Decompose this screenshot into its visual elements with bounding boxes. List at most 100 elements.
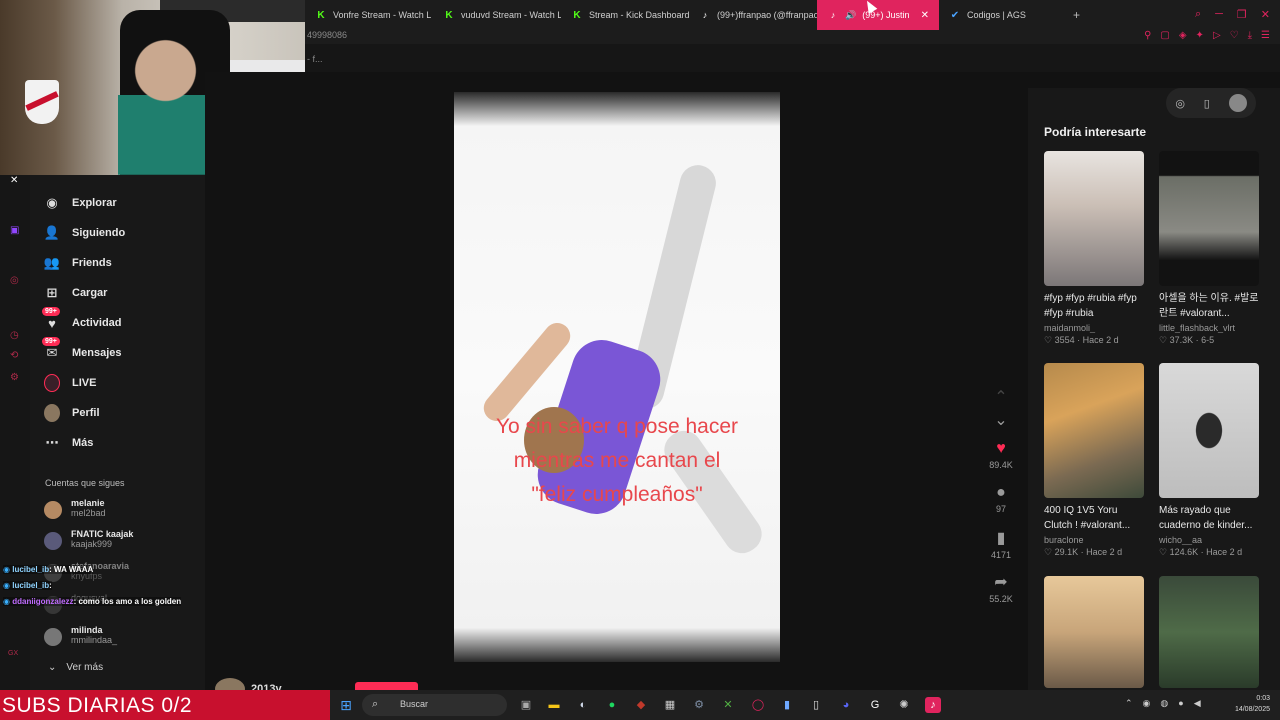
- close-window-icon[interactable]: ✕: [1261, 8, 1270, 21]
- save-button[interactable]: ▮ 4171: [980, 528, 1022, 560]
- comment-button[interactable]: ● 97: [980, 484, 1022, 514]
- messages-badge: 99+: [42, 337, 60, 346]
- maximize-icon[interactable]: ❐: [1237, 8, 1247, 21]
- nav-actividad[interactable]: ♥ 99+ Actividad: [42, 307, 122, 331]
- nav-live[interactable]: LIVE: [44, 374, 96, 392]
- xbox-icon[interactable]: ✕: [720, 697, 736, 713]
- next-video-button[interactable]: ⌄: [980, 410, 1022, 430]
- system-tray: ⌃ ◉ ◍ ● ◀: [1125, 698, 1201, 709]
- screen: K Vonfre Stream - Watch L Kvuduvd Stream …: [0, 0, 1280, 720]
- app-icon[interactable]: ◆: [633, 697, 649, 713]
- windows-start-icon[interactable]: ⊞: [338, 697, 354, 713]
- twitch-icon[interactable]: ▣: [10, 225, 19, 236]
- chevron-up-icon[interactable]: ⌃: [1125, 698, 1133, 709]
- following-icon: 👤: [43, 225, 61, 240]
- app-icon-2[interactable]: ▮: [779, 697, 795, 713]
- clock-icon[interactable]: ◷: [10, 330, 19, 341]
- mic-icon[interactable]: ●: [1178, 698, 1183, 709]
- suggestion-card[interactable]: [1044, 576, 1144, 688]
- chat-line: ◉ lucibel_ib: WA WAAA: [3, 565, 94, 574]
- nav-friends[interactable]: 👥 Friends: [44, 255, 112, 271]
- close-tab-icon[interactable]: ✕: [921, 10, 929, 21]
- kick-icon: K: [445, 9, 453, 21]
- compass-icon[interactable]: ◎: [1175, 97, 1185, 110]
- suggestion-card[interactable]: #fyp #fyp #rubia #fyp #fyp #rubia maidan…: [1044, 151, 1144, 346]
- steam-icon[interactable]: ◐: [575, 697, 591, 713]
- volume-icon[interactable]: ◀: [1194, 698, 1201, 709]
- shield-icon[interactable]: ◈: [1179, 30, 1187, 41]
- minimize-icon[interactable]: ─: [1215, 8, 1223, 21]
- previous-video-button[interactable]: ⌃: [980, 387, 1022, 407]
- pin-icon[interactable]: ⚲: [1144, 30, 1151, 41]
- follow-button[interactable]: [355, 682, 418, 690]
- kick-icon: K: [317, 9, 325, 21]
- badge-icon: ◉: [3, 565, 10, 574]
- share-button[interactable]: ➦ 55.2K: [980, 572, 1022, 604]
- tab-4-active[interactable]: ♪🔊(99+) Justin Bieber✕: [817, 0, 939, 30]
- app-icon-3[interactable]: ▯: [808, 697, 824, 713]
- opera-icon[interactable]: ◯: [750, 697, 766, 713]
- video-player[interactable]: Yo sin saber q pose hacer mientras me ca…: [454, 92, 780, 662]
- spotify-icon[interactable]: ●: [604, 697, 620, 713]
- link-icon[interactable]: ⟲: [10, 350, 18, 361]
- suggestion-card[interactable]: 아셀을 하는 이유. #발로란트 #valorant... little_fla…: [1159, 151, 1259, 346]
- phone-icon[interactable]: ▯: [1204, 97, 1210, 110]
- nav-explorar[interactable]: ◉ Explorar: [44, 195, 116, 211]
- nav-perfil[interactable]: Perfil: [44, 404, 100, 422]
- download-icon[interactable]: ⤓: [1248, 30, 1252, 41]
- tab-5[interactable]: ✔ Codigos | AGS: [939, 0, 1063, 30]
- suggestion-card[interactable]: 400 IQ 1V5 Yoru Clutch ! #valorant... bu…: [1044, 363, 1144, 558]
- following-item[interactable]: milinda mmilindaa_: [44, 625, 117, 646]
- folder-icon[interactable]: ▬: [546, 697, 562, 713]
- tab-1[interactable]: Kvuduvd Stream - Watch L: [433, 0, 561, 30]
- heart-outline-icon: ♡: [1044, 547, 1053, 557]
- clock[interactable]: 0:03 14/08/2025: [1235, 693, 1270, 715]
- task-view-icon[interactable]: ▣: [518, 697, 534, 713]
- profile-icon: [44, 404, 60, 422]
- chatgpt-icon[interactable]: ✺: [896, 697, 912, 713]
- taskbar-search[interactable]: ⌕ Buscar: [362, 694, 507, 716]
- nav-mensajes[interactable]: ✉ 99+ Mensajes: [42, 337, 122, 361]
- heart-icon[interactable]: ♡: [1230, 30, 1239, 41]
- chat-line: ◉ ddaniigonzalezz: como los amo a los go…: [3, 597, 182, 606]
- suggestion-card[interactable]: [1159, 576, 1259, 688]
- tiktok-sidebar: ◉ Explorar 👤 Siguiendo 👥 Friends ⊞ Cargar ♥ 9…: [30, 175, 205, 690]
- discord-icon[interactable]: ◕: [838, 697, 854, 713]
- tab-2[interactable]: K Stream - Kick Dashboard: [561, 0, 689, 30]
- profile-avatar[interactable]: [1228, 94, 1247, 112]
- nav-cargar[interactable]: ⊞ Cargar: [44, 285, 108, 301]
- store-icon[interactable]: ▦: [662, 697, 678, 713]
- like-button[interactable]: ♥ 89.4K: [980, 440, 1022, 470]
- close-icon[interactable]: ✕: [10, 175, 18, 186]
- heart-outline-icon: ♡: [1044, 335, 1053, 345]
- heart-icon: ♥: [996, 440, 1006, 457]
- settings-icon[interactable]: ⚙: [691, 697, 707, 713]
- new-tab-icon[interactable]: +: [1073, 8, 1080, 22]
- thumbnail: [1044, 363, 1144, 498]
- subs-overlay: SUBS DIARIAS 0/2: [0, 690, 330, 720]
- tab-0[interactable]: K Vonfre Stream - Watch L: [305, 0, 433, 30]
- settings-icon[interactable]: ⚙: [10, 372, 19, 383]
- nav-mas[interactable]: ⋯ Más: [44, 435, 94, 451]
- app-icon-4[interactable]: G: [867, 697, 883, 713]
- video-caption: Yo sin saber q pose hacer mientras me ca…: [495, 415, 739, 506]
- window-controls: ⌕ ─ ❐ ✕: [1195, 8, 1270, 21]
- suggestion-card[interactable]: Más rayado que cuaderno de kinder... wic…: [1159, 363, 1259, 558]
- friends-icon: 👥: [43, 255, 61, 270]
- nav-siguiendo[interactable]: 👤 Siguiendo: [44, 225, 125, 241]
- see-more-button[interactable]: ⌄ Ver más: [48, 662, 103, 673]
- following-item[interactable]: melanie mel2bad: [44, 498, 106, 519]
- tiktok-icon[interactable]: ♪: [925, 697, 941, 713]
- menu-icon[interactable]: ☰: [1261, 30, 1270, 41]
- extension-icon[interactable]: ✦: [1196, 30, 1204, 41]
- target-icon[interactable]: ◎: [10, 275, 19, 286]
- network-icon[interactable]: ◍: [1160, 698, 1168, 709]
- url-bar[interactable]: 49998086: [305, 30, 1280, 44]
- app-tray-icon[interactable]: ◉: [1143, 698, 1151, 709]
- following-item[interactable]: FNATIC kaajak kaajak999: [44, 529, 133, 550]
- screenshot-icon[interactable]: ▢: [1160, 30, 1169, 41]
- upload-icon: ⊞: [46, 285, 58, 300]
- tab-3[interactable]: ♪ (99+)ffranpao (@ffranpao: [689, 0, 817, 30]
- play-icon[interactable]: ▷: [1213, 30, 1221, 41]
- search-tabs-icon[interactable]: ⌕: [1195, 8, 1201, 21]
